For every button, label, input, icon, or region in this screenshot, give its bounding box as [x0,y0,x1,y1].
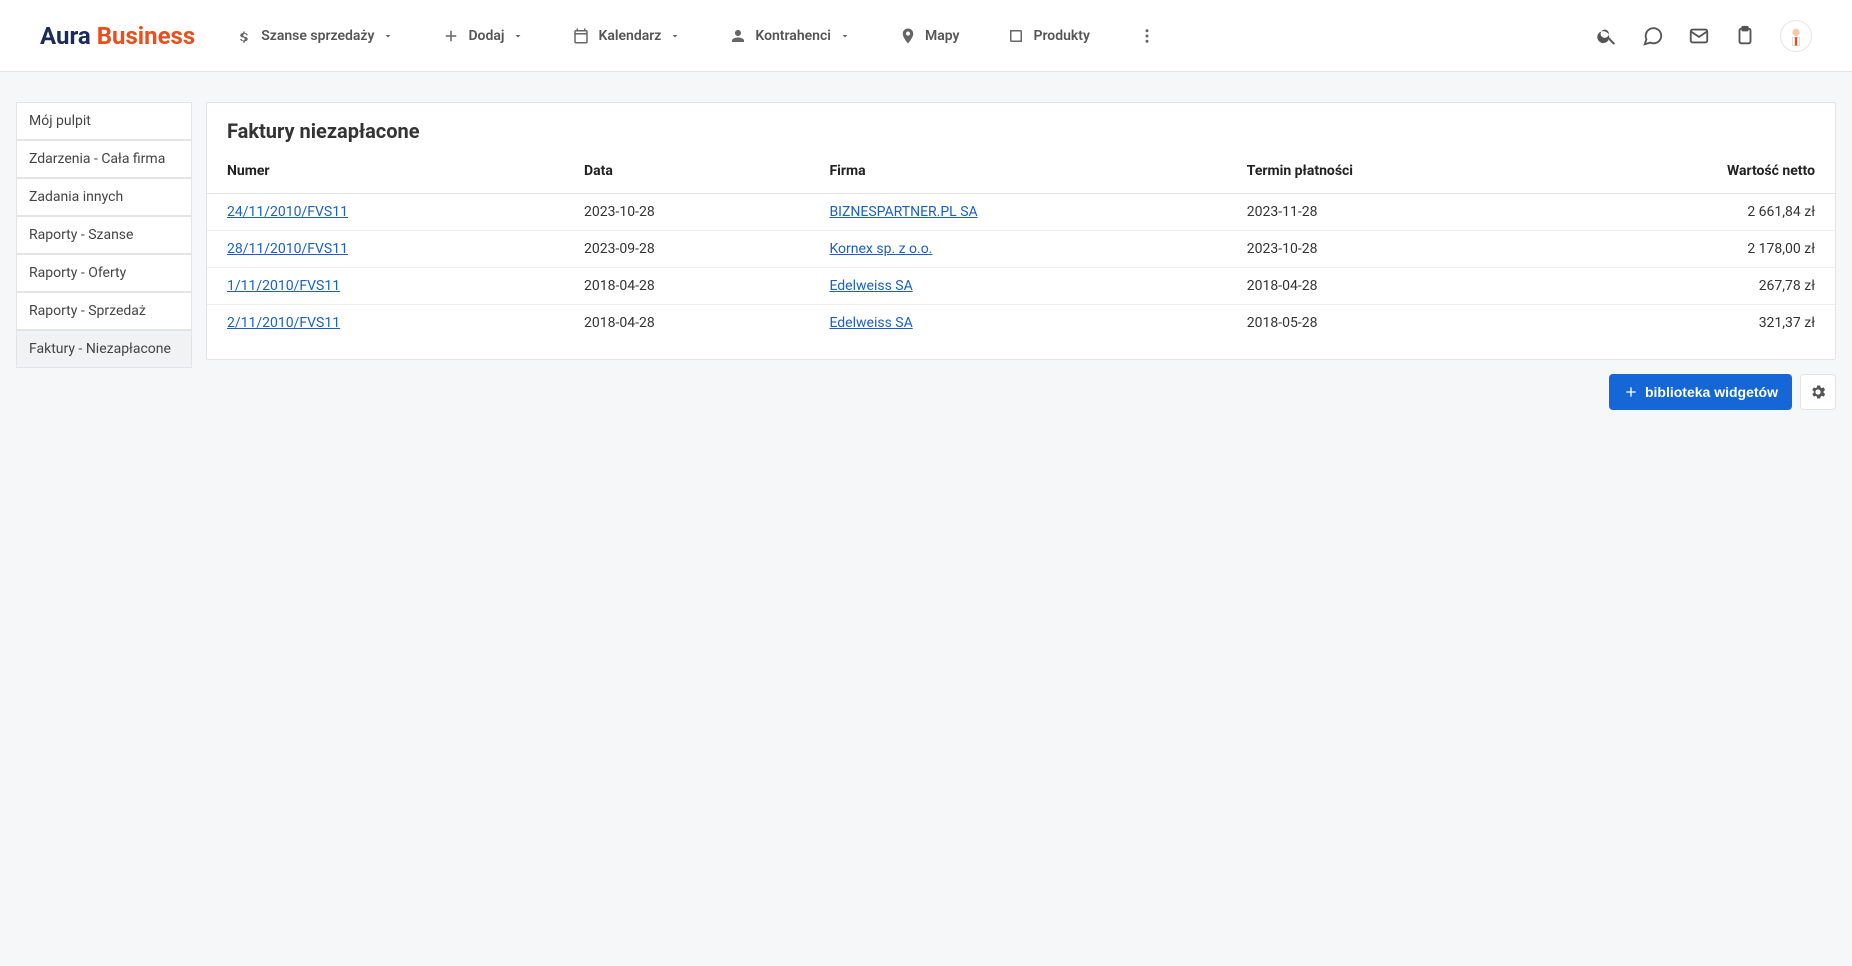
widget-library-button[interactable]: biblioteka widgetów [1609,374,1792,410]
top-navbar: Aura Business Szanse sprzedaży Dodaj [0,0,1852,72]
chat-button[interactable] [1642,25,1664,47]
clipboard-icon [1734,25,1756,47]
nav-label: Produkty [1033,28,1090,44]
search-icon [1596,25,1618,47]
col-net-value: Wartość netto [1551,153,1835,194]
brand-part1: Aura [40,22,91,50]
sidebar-item-others-tasks[interactable]: Zadania innych [16,178,192,216]
chat-icon [1642,25,1664,47]
nav-right [1596,20,1812,52]
brand-logo: Aura Business [40,22,195,50]
nav-products[interactable]: Produkty [1007,27,1090,45]
mail-button[interactable] [1688,25,1710,47]
nav-label: Szanse sprzedaży [261,28,374,44]
nav-sales-chances[interactable]: Szanse sprzedaży [235,27,394,45]
invoice-number-link[interactable]: 1/11/2010/FVS11 [227,278,340,294]
col-number: Numer [207,153,564,194]
main-content: Faktury niezapłacone Numer Data Firma Te… [206,102,1836,410]
sidebar-item-my-dashboard[interactable]: Mój pulpit [16,102,192,140]
nav-contractors[interactable]: Kontrahenci [729,27,851,45]
nav-maps[interactable]: Mapy [899,27,960,45]
avatar-icon [1784,24,1808,48]
cell-value: 2 178,00 zł [1551,231,1835,268]
mail-icon [1688,25,1710,47]
company-link[interactable]: BIZNESPARTNER.PL SA [829,204,977,220]
table-header-row: Numer Data Firma Termin płatności Wartoś… [207,153,1835,194]
sidebar-item-label: Raporty - Szanse [29,227,133,243]
chevron-down-icon [512,30,524,42]
sidebar-item-events-company[interactable]: Zdarzenia - Cała firma [16,140,192,178]
cell-value: 2 661,84 zł [1551,194,1835,231]
company-link[interactable]: Kornex sp. z o.o. [829,241,932,257]
clipboard-button[interactable] [1734,25,1756,47]
sidebar-item-reports-sales[interactable]: Raporty - Sprzedaż [16,292,192,330]
cell-date: 2018-04-28 [564,268,809,305]
sidebar-item-label: Zdarzenia - Cała firma [29,151,165,167]
cell-value: 321,37 zł [1551,305,1835,342]
table-row: 24/11/2010/FVS11 2023-10-28 BIZNESPARTNE… [207,194,1835,231]
button-label: biblioteka widgetów [1645,384,1778,400]
company-link[interactable]: Edelweiss SA [829,278,912,294]
nav-label: Kontrahenci [755,28,831,44]
sidebar-item-label: Faktury - Niezapłacone [29,341,171,357]
nav-label: Dodaj [468,28,504,44]
person-icon [729,27,747,45]
cell-value: 267,78 zł [1551,268,1835,305]
nav-items: Szanse sprzedaży Dodaj Kalendarz [235,27,1596,45]
sidebar-item-label: Raporty - Oferty [29,265,126,281]
invoice-number-link[interactable]: 28/11/2010/FVS11 [227,241,348,257]
table-row: 28/11/2010/FVS11 2023-09-28 Kornex sp. z… [207,231,1835,268]
calendar-icon [572,27,590,45]
cell-date: 2018-04-28 [564,305,809,342]
col-due: Termin płatności [1227,153,1551,194]
gear-icon [1809,383,1827,401]
nav-label: Kalendarz [598,28,661,44]
cell-date: 2023-10-28 [564,194,809,231]
widget-unpaid-invoices: Faktury niezapłacone Numer Data Firma Te… [206,102,1836,360]
sidebar-item-label: Mój pulpit [29,113,91,129]
nav-more[interactable] [1138,27,1156,45]
nav-add[interactable]: Dodaj [442,27,524,45]
invoice-number-link[interactable]: 24/11/2010/FVS11 [227,204,348,220]
chevron-down-icon [669,30,681,42]
chevron-down-icon [839,30,851,42]
sidebar-item-unpaid-invoices[interactable]: Faktury - Niezapłacone [16,330,192,368]
sidebar-item-reports-chances[interactable]: Raporty - Szanse [16,216,192,254]
search-button[interactable] [1596,25,1618,47]
left-sidebar: Mój pulpit Zdarzenia - Cała firma Zadani… [16,102,192,368]
widget-settings-button[interactable] [1800,374,1836,410]
dollar-icon [235,27,253,45]
cell-date: 2023-09-28 [564,231,809,268]
table-row: 2/11/2010/FVS11 2018-04-28 Edelweiss SA … [207,305,1835,342]
sidebar-item-label: Raporty - Sprzedaż [29,303,146,319]
col-date: Data [564,153,809,194]
user-avatar[interactable] [1780,20,1812,52]
page-layout: Mój pulpit Zdarzenia - Cała firma Zadani… [0,72,1852,426]
sidebar-item-label: Zadania innych [29,189,123,205]
cell-due: 2023-10-28 [1227,231,1551,268]
plus-icon [442,27,460,45]
cell-due: 2023-11-28 [1227,194,1551,231]
invoices-table: Numer Data Firma Termin płatności Wartoś… [207,153,1835,341]
company-link[interactable]: Edelweiss SA [829,315,912,331]
nav-label: Mapy [925,28,960,44]
nav-calendar[interactable]: Kalendarz [572,27,681,45]
plus-icon [1623,384,1639,400]
invoice-number-link[interactable]: 2/11/2010/FVS11 [227,315,340,331]
col-company: Firma [809,153,1226,194]
cell-due: 2018-05-28 [1227,305,1551,342]
book-icon [1007,27,1025,45]
widget-actions: biblioteka widgetów [206,374,1836,410]
cell-due: 2018-04-28 [1227,268,1551,305]
brand-part2: Business [97,22,196,50]
map-pin-icon [899,27,917,45]
widget-title: Faktury niezapłacone [207,103,1835,153]
sidebar-item-reports-offers[interactable]: Raporty - Oferty [16,254,192,292]
table-row: 1/11/2010/FVS11 2018-04-28 Edelweiss SA … [207,268,1835,305]
more-vertical-icon [1138,27,1156,45]
chevron-down-icon [382,30,394,42]
